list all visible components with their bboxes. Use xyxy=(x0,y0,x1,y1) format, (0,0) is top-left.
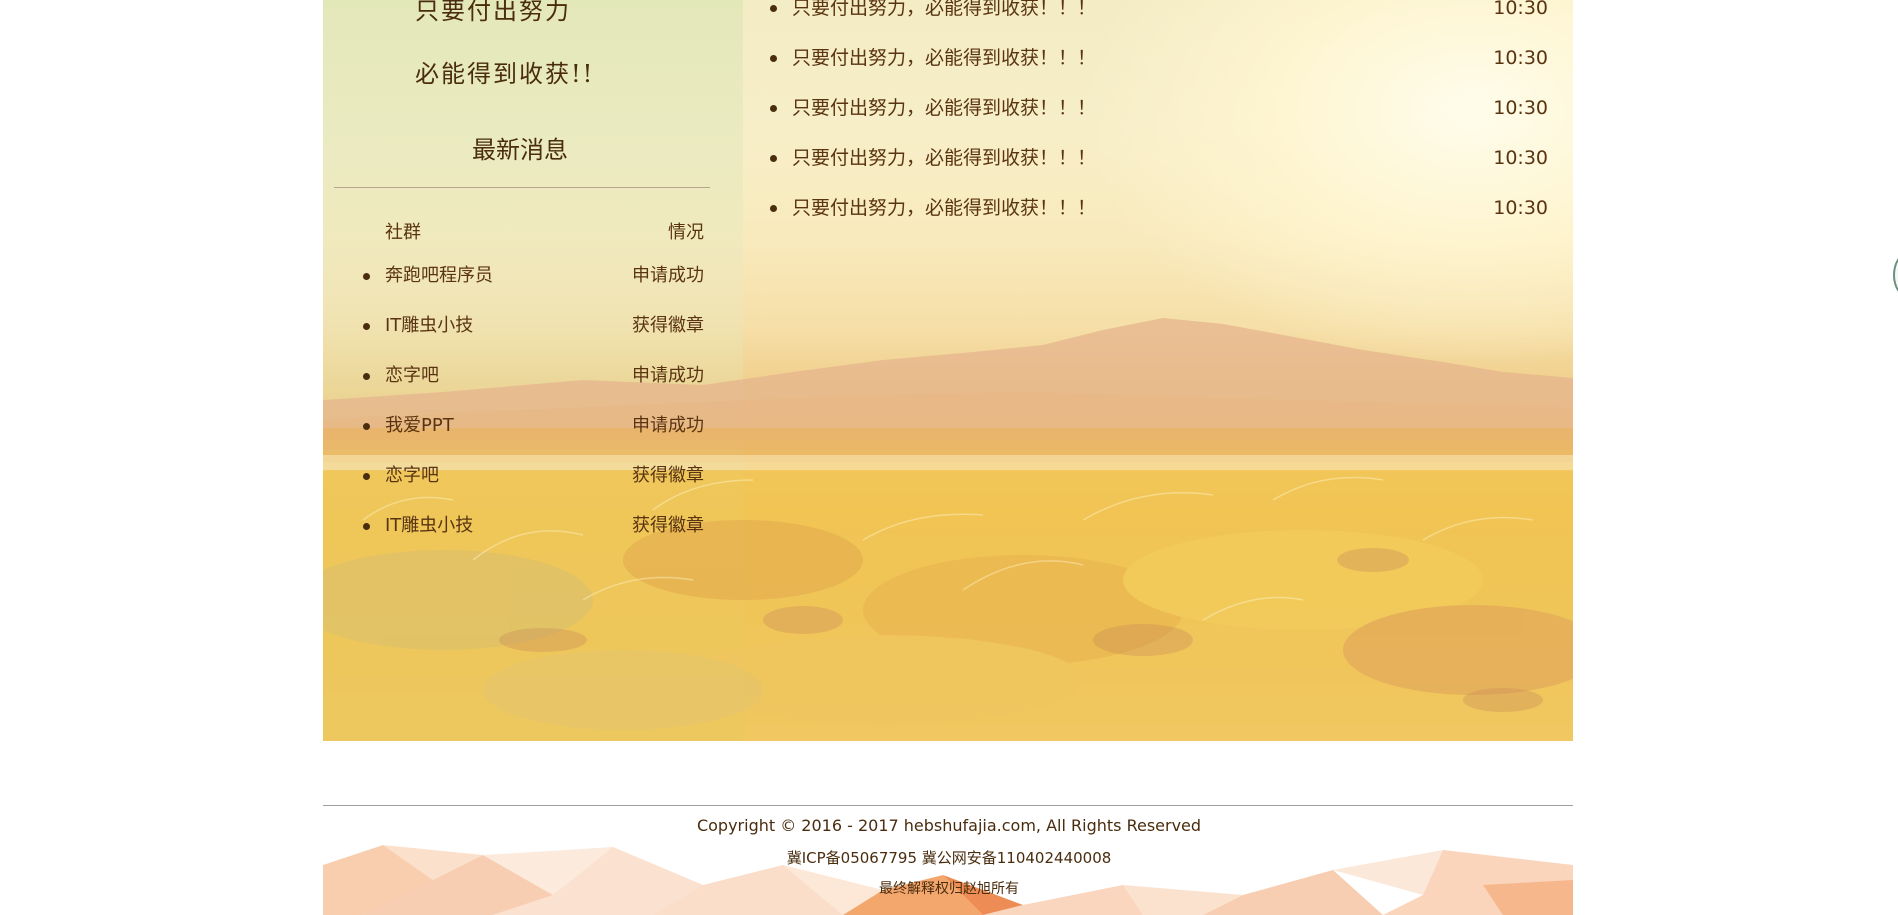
news-item[interactable]: 只要付出努力，必能得到收获！！！ 10:30 xyxy=(770,96,1548,146)
news-time: 10:30 xyxy=(1493,97,1548,119)
news-title[interactable]: 只要付出努力，必能得到收获！！！ xyxy=(792,46,1096,70)
news-item[interactable]: 只要付出努力，必能得到收获！！！ 10:30 xyxy=(770,46,1548,96)
message-table-header: 社群 情况 xyxy=(385,218,704,244)
list-item[interactable]: 我爱PPT 申请成功 xyxy=(363,414,704,464)
news-time: 10:30 xyxy=(1493,197,1548,219)
news-title[interactable]: 只要付出努力，必能得到收获！！！ xyxy=(792,96,1096,120)
news-item[interactable]: 只要付出努力，必能得到收获！！！ 10:30 xyxy=(770,196,1548,246)
news-time: 10:30 xyxy=(1493,0,1548,19)
list-item[interactable]: 奔跑吧程序员 申请成功 xyxy=(363,264,704,314)
community-status: 申请成功 xyxy=(632,365,704,386)
footer-rights: 最终解释权归赵旭所有 xyxy=(879,881,1019,897)
bullet-icon xyxy=(363,323,370,330)
bullet-icon xyxy=(770,205,777,212)
news-title[interactable]: 只要付出努力，必能得到收获！！！ xyxy=(792,0,1096,20)
bullet-icon xyxy=(363,473,370,480)
footer-icp[interactable]: 冀ICP备05067795 冀公网安备110402440008 xyxy=(0,847,1898,868)
footer-copyright: Copyright © 2016 - 2017 hebshufajia.com,… xyxy=(696,816,1202,835)
slogan-line-2: 必能得到收获!! xyxy=(415,60,595,88)
bullet-icon xyxy=(363,523,370,530)
list-item[interactable]: 恋字吧 申请成功 xyxy=(363,364,704,414)
bullet-icon xyxy=(770,155,777,162)
community-name: 恋字吧 xyxy=(385,365,439,386)
bullet-icon xyxy=(770,105,777,112)
news-item[interactable]: 只要付出努力，必能得到收获！！！ 10:30 xyxy=(770,0,1548,46)
bullet-icon xyxy=(363,273,370,280)
latest-news-title: 最新消息 xyxy=(472,136,568,164)
community-name: 我爱PPT xyxy=(385,415,454,436)
bullet-icon xyxy=(770,55,777,62)
slogan-line-1: 只要付出努力 xyxy=(415,0,571,25)
bullet-icon xyxy=(363,373,370,380)
group-column-header: 社群 xyxy=(385,222,421,243)
community-status: 获得徽章 xyxy=(632,465,704,486)
footer-divider xyxy=(323,805,1573,806)
list-item[interactable]: IT雕虫小技 获得徽章 xyxy=(363,314,704,364)
community-name: 恋字吧 xyxy=(385,465,439,486)
news-title[interactable]: 只要付出努力，必能得到收获！！！ xyxy=(792,196,1096,220)
status-column-header: 情况 xyxy=(668,222,704,243)
news-title[interactable]: 只要付出努力，必能得到收获！！！ xyxy=(792,146,1096,170)
community-name: IT雕虫小技 xyxy=(385,315,474,336)
community-status: 获得徽章 xyxy=(632,315,704,336)
community-status: 获得徽章 xyxy=(632,515,704,536)
bullet-icon xyxy=(770,5,777,12)
community-status: 申请成功 xyxy=(632,415,704,436)
community-status-list: 奔跑吧程序员 申请成功 IT雕虫小技 获得徽章 恋字吧 申请成功 我爱PPT 申请成功 … xyxy=(363,264,704,564)
community-name: IT雕虫小技 xyxy=(385,515,474,536)
floating-side-button[interactable] xyxy=(1893,253,1898,297)
community-name: 奔跑吧程序员 xyxy=(385,265,493,286)
list-item[interactable]: IT雕虫小技 获得徽章 xyxy=(363,514,704,564)
bullet-icon xyxy=(363,423,370,430)
list-item[interactable]: 恋字吧 获得徽章 xyxy=(363,464,704,514)
news-time: 10:30 xyxy=(1493,147,1548,169)
news-item[interactable]: 只要付出努力，必能得到收获！！！ 10:30 xyxy=(770,146,1548,196)
news-time: 10:30 xyxy=(1493,47,1548,69)
news-list: 只要付出努力，必能得到收获！！！ 10:30 只要付出努力，必能得到收获！！！ 10… xyxy=(770,0,1548,246)
community-status: 申请成功 xyxy=(632,265,704,286)
section-divider xyxy=(334,187,710,188)
